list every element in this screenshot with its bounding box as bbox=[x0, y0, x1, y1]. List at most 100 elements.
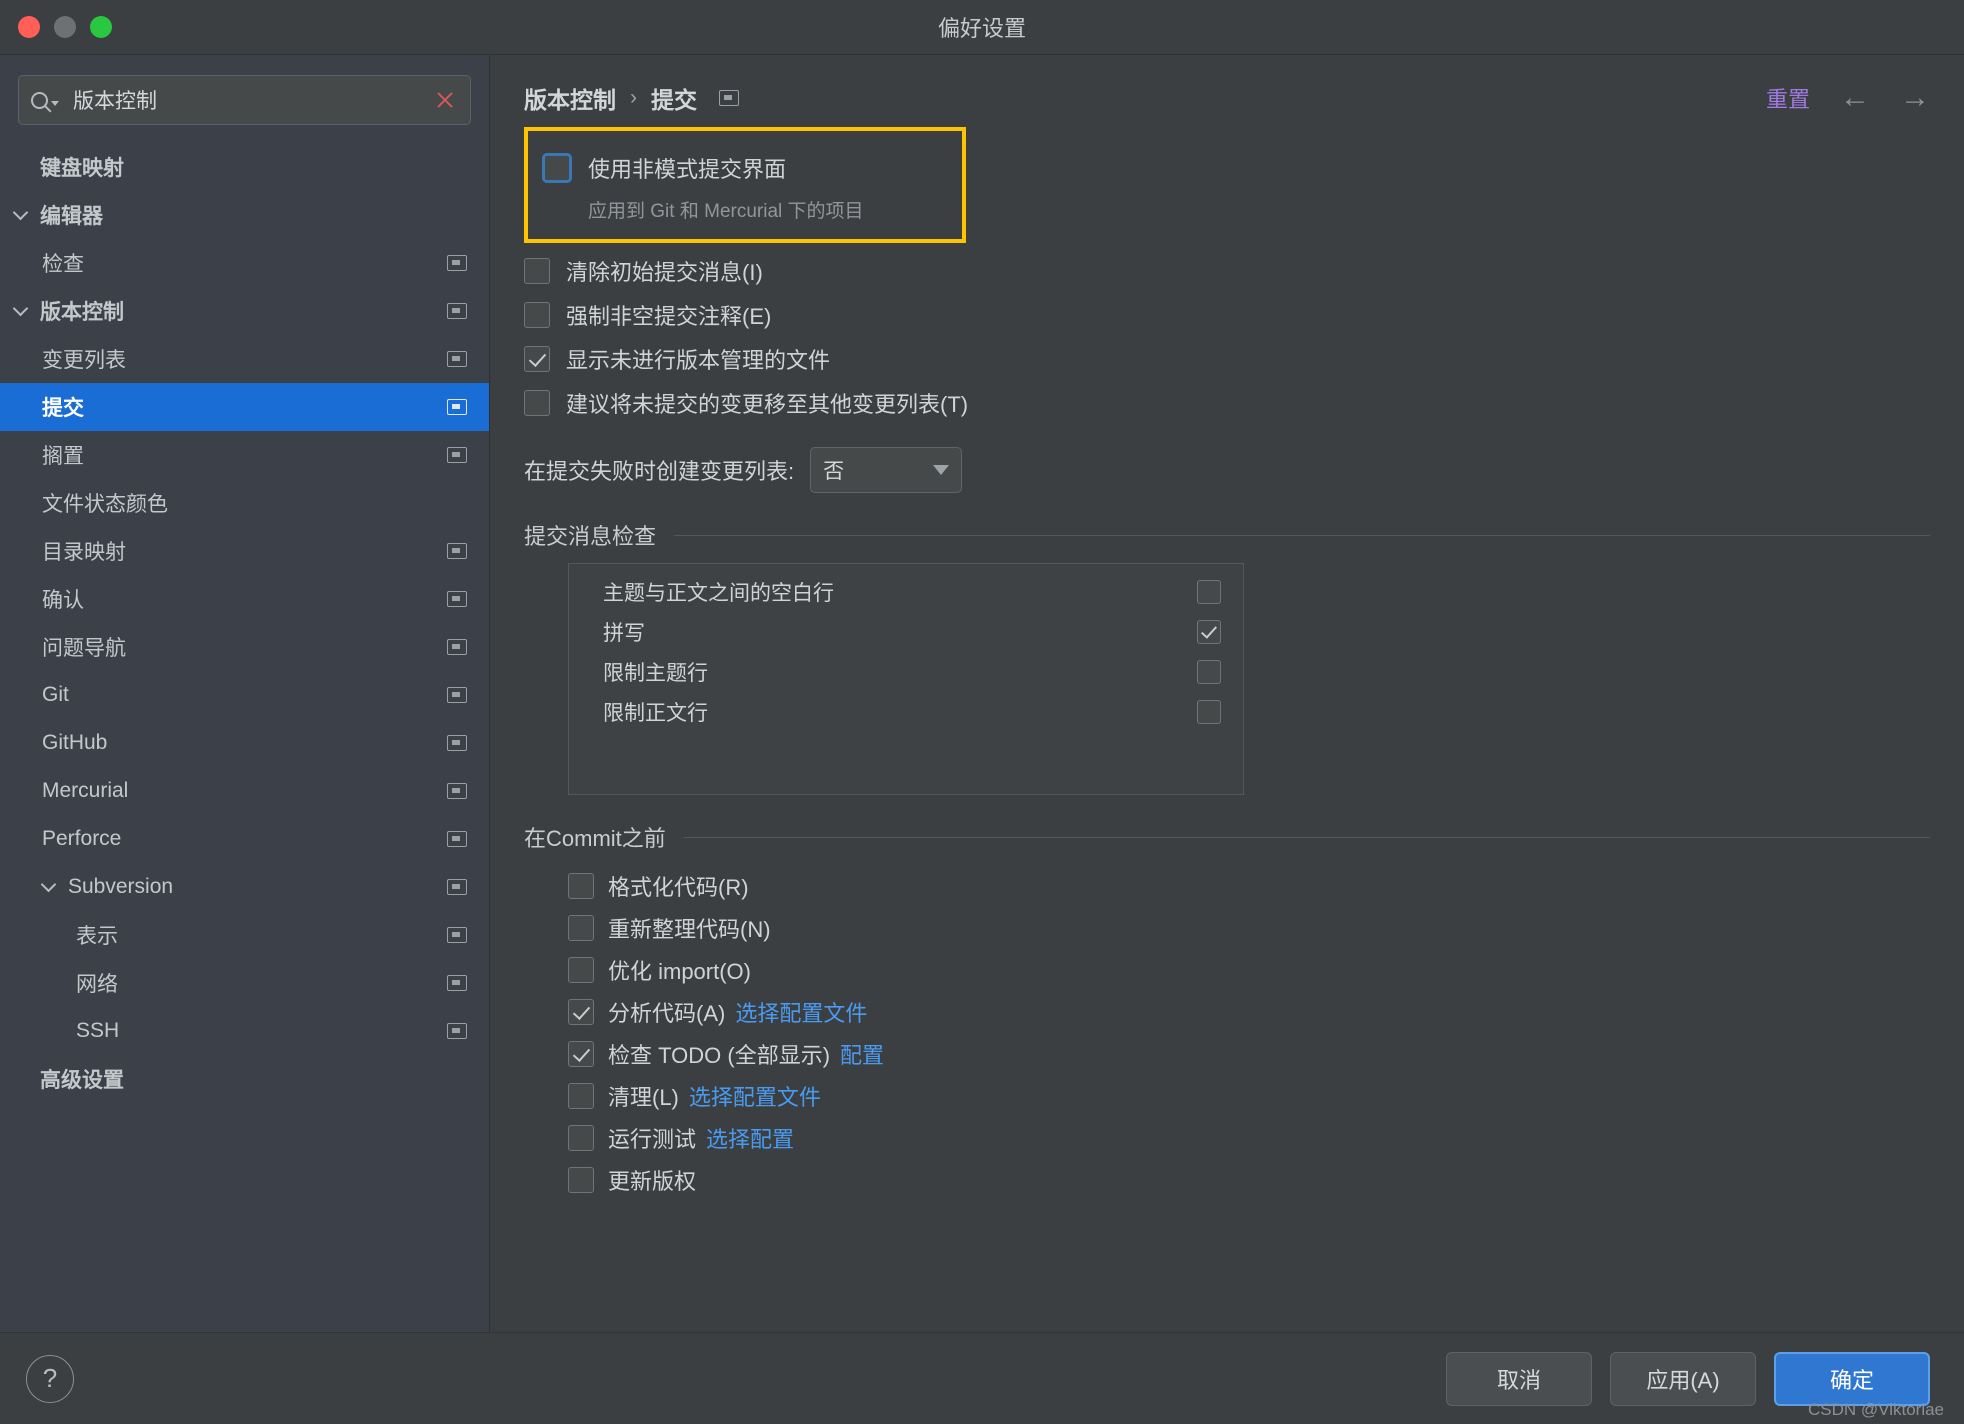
project-scope-icon bbox=[447, 543, 467, 559]
commit-option-row-0[interactable]: 清除初始提交消息(I) bbox=[524, 249, 1930, 293]
before-commit-row-3[interactable]: 分析代码(A) 选择配置文件 bbox=[568, 991, 1930, 1033]
message-check-checkbox-1[interactable] bbox=[1197, 620, 1221, 644]
arrow-left-icon[interactable]: ← bbox=[1840, 83, 1870, 113]
before-commit-row-1[interactable]: 重新整理代码(N) bbox=[568, 907, 1930, 949]
sidebar-item-14[interactable]: Perforce bbox=[0, 815, 489, 863]
commit-option-row-1[interactable]: 强制非空提交注释(E) bbox=[524, 293, 1930, 337]
sidebar-item-7[interactable]: 文件状态颜色 bbox=[0, 479, 489, 527]
sidebar-item-13[interactable]: Mercurial bbox=[0, 767, 489, 815]
search-icon bbox=[31, 88, 61, 112]
message-check-row[interactable]: 限制正文行 bbox=[569, 692, 1243, 732]
message-check-listbox[interactable]: 主题与正文之间的空白行 拼写 限制主题行 限制正文行 bbox=[568, 563, 1244, 795]
search-input[interactable] bbox=[61, 88, 432, 112]
before-commit-checkbox-0[interactable] bbox=[568, 873, 594, 899]
project-scope-icon bbox=[447, 639, 467, 655]
commit-option-row-3[interactable]: 建议将未提交的变更移至其他变更列表(T) bbox=[524, 381, 1930, 425]
sidebar-item-label: 确认 bbox=[42, 589, 84, 612]
before-commit-link-5[interactable]: 选择配置文件 bbox=[689, 1080, 821, 1112]
message-check-row[interactable]: 拼写 bbox=[569, 612, 1243, 652]
message-check-checkbox-0[interactable] bbox=[1197, 580, 1221, 604]
before-commit-label: 清理(L) bbox=[608, 1085, 679, 1110]
before-commit-checkbox-1[interactable] bbox=[568, 915, 594, 941]
sidebar-item-label: 检查 bbox=[42, 253, 84, 276]
before-commit-row-0[interactable]: 格式化代码(R) bbox=[568, 865, 1930, 907]
message-check-title: 提交消息检查 bbox=[524, 524, 657, 549]
sidebar-item-19[interactable]: 高级设置 bbox=[0, 1055, 489, 1103]
sidebar-item-6[interactable]: 搁置 bbox=[0, 431, 489, 479]
before-commit-row-2[interactable]: 优化 import(O) bbox=[568, 949, 1930, 991]
failed-commit-changelist-select[interactable]: 否 bbox=[810, 447, 963, 493]
before-commit-checkbox-2[interactable] bbox=[568, 957, 594, 983]
commit-option-row-2[interactable]: 显示未进行版本管理的文件 bbox=[524, 337, 1930, 381]
breadcrumb-separator: › bbox=[630, 86, 637, 109]
chevron-down-icon[interactable] bbox=[8, 300, 32, 317]
sidebar-item-18[interactable]: SSH bbox=[0, 1007, 489, 1055]
help-button[interactable]: ? bbox=[26, 1354, 74, 1403]
before-commit-checkbox-4[interactable] bbox=[568, 1041, 594, 1067]
sidebar-item-11[interactable]: Git bbox=[0, 671, 489, 719]
sidebar-item-12[interactable]: GitHub bbox=[0, 719, 489, 767]
nonmodal-commit-row[interactable]: 使用非模式提交界面 bbox=[542, 145, 944, 190]
message-check-row[interactable]: 主题与正文之间的空白行 bbox=[569, 572, 1243, 612]
close-button[interactable] bbox=[18, 16, 40, 38]
sidebar-item-label: 文件状态颜色 bbox=[42, 493, 168, 516]
before-commit-link-3[interactable]: 选择配置文件 bbox=[735, 996, 867, 1028]
sidebar-item-9[interactable]: 确认 bbox=[0, 575, 489, 623]
section-divider bbox=[683, 836, 1930, 838]
before-commit-checkbox-3[interactable] bbox=[568, 999, 594, 1025]
reset-button[interactable]: 重置 bbox=[1766, 82, 1810, 114]
breadcrumb: 版本控制 › 提交 bbox=[524, 81, 739, 115]
nonmodal-commit-checkbox[interactable] bbox=[542, 152, 572, 183]
sidebar-item-2[interactable]: 检查 bbox=[0, 239, 489, 287]
sidebar-item-8[interactable]: 目录映射 bbox=[0, 527, 489, 575]
sidebar-item-17[interactable]: 网络 bbox=[0, 959, 489, 1007]
before-commit-row-6[interactable]: 运行测试 选择配置 bbox=[568, 1117, 1930, 1159]
arrow-right-icon[interactable]: → bbox=[1900, 83, 1930, 113]
project-scope-icon bbox=[447, 591, 467, 607]
search-box[interactable] bbox=[18, 75, 471, 125]
before-commit-row-7[interactable]: 更新版权 bbox=[568, 1159, 1930, 1201]
zoom-button[interactable] bbox=[90, 16, 112, 38]
minimize-button[interactable] bbox=[54, 16, 76, 38]
cancel-button[interactable]: 取消 bbox=[1446, 1351, 1592, 1406]
before-commit-checkbox-6[interactable] bbox=[568, 1125, 594, 1151]
sidebar-item-label: Subversion bbox=[68, 875, 174, 898]
sidebar-item-1[interactable]: 编辑器 bbox=[0, 191, 489, 239]
nonmodal-commit-label: 使用非模式提交界面 bbox=[588, 156, 787, 182]
chevron-down-icon[interactable] bbox=[8, 204, 32, 221]
sidebar-item-4[interactable]: 变更列表 bbox=[0, 335, 489, 383]
ok-button[interactable]: 确定 bbox=[1774, 1351, 1930, 1406]
window-controls bbox=[0, 16, 112, 38]
message-check-row[interactable]: 限制主题行 bbox=[569, 652, 1243, 692]
before-commit-link-6[interactable]: 选择配置 bbox=[706, 1122, 794, 1154]
before-commit-row-5[interactable]: 清理(L) 选择配置文件 bbox=[568, 1075, 1930, 1117]
message-check-checkbox-3[interactable] bbox=[1197, 700, 1221, 724]
commit-option-checkbox-2[interactable] bbox=[524, 346, 550, 372]
message-check-checkbox-2[interactable] bbox=[1197, 660, 1221, 684]
before-commit-checkbox-5[interactable] bbox=[568, 1083, 594, 1109]
sidebar-item-16[interactable]: 表示 bbox=[0, 911, 489, 959]
sidebar-item-label: 编辑器 bbox=[40, 205, 103, 228]
before-commit-checkbox-7[interactable] bbox=[568, 1167, 594, 1193]
sidebar-item-5[interactable]: 提交 bbox=[0, 383, 489, 431]
chevron-down-icon[interactable] bbox=[36, 876, 60, 893]
sidebar-item-3[interactable]: 版本控制 bbox=[0, 287, 489, 335]
commit-option-checkbox-1[interactable] bbox=[524, 302, 550, 328]
before-commit-label: 更新版权 bbox=[608, 1169, 697, 1194]
preferences-window: 偏好设置 键盘映射编辑器检查版本控制变更列表提交搁置文件状态颜色目录映射确认问题… bbox=[0, 0, 1964, 1424]
sidebar-item-15[interactable]: Subversion bbox=[0, 863, 489, 911]
commit-option-checkbox-3[interactable] bbox=[524, 390, 550, 416]
project-scope-icon bbox=[447, 975, 467, 991]
before-commit-row-4[interactable]: 检查 TODO (全部显示) 配置 bbox=[568, 1033, 1930, 1075]
sidebar-item-0[interactable]: 键盘映射 bbox=[0, 143, 489, 191]
apply-button[interactable]: 应用(A) bbox=[1610, 1351, 1756, 1406]
search-container bbox=[0, 69, 489, 139]
before-commit-link-4[interactable]: 配置 bbox=[840, 1038, 884, 1070]
before-commit-label: 重新整理代码(N) bbox=[608, 917, 771, 942]
commit-option-checkbox-0[interactable] bbox=[524, 258, 550, 284]
window-body: 键盘映射编辑器检查版本控制变更列表提交搁置文件状态颜色目录映射确认问题导航Git… bbox=[0, 55, 1964, 1332]
project-scope-icon bbox=[719, 90, 739, 106]
breadcrumb-root[interactable]: 版本控制 bbox=[524, 81, 616, 115]
clear-x-icon[interactable] bbox=[432, 87, 458, 113]
sidebar-item-10[interactable]: 问题导航 bbox=[0, 623, 489, 671]
